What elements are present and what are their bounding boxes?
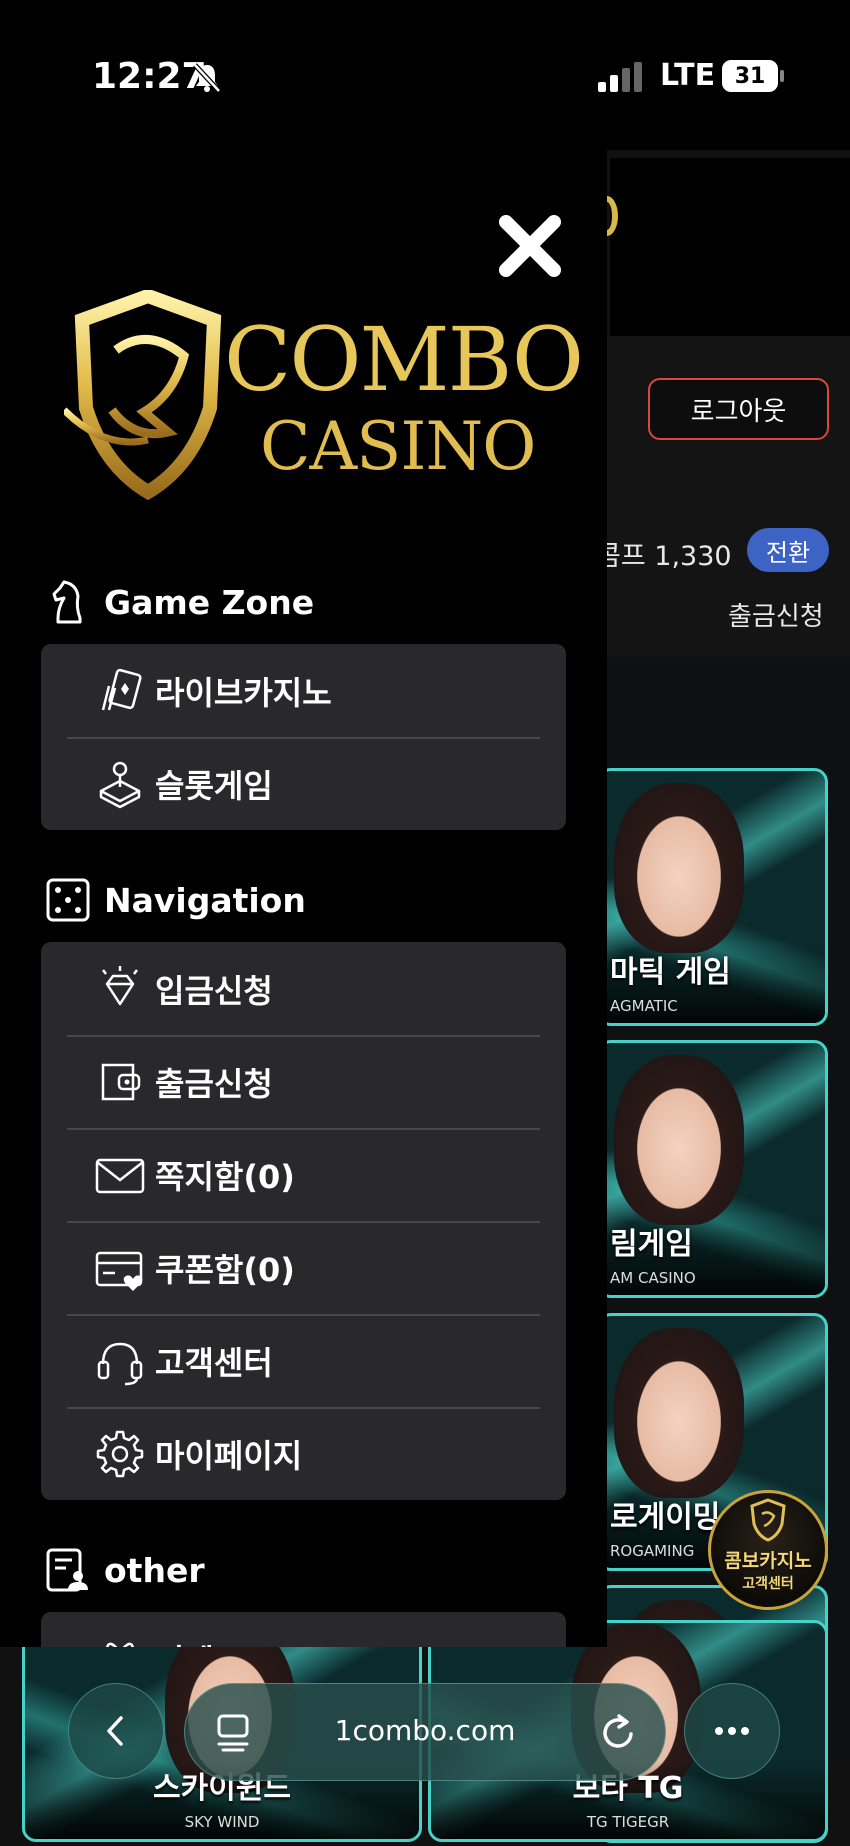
support-badge-title: 콤보카지노 [724, 1550, 812, 1572]
section-game-zone: Game Zone [46, 578, 314, 626]
game-provider: AGMATIC [610, 997, 678, 1015]
other-menu: 이벤트 [41, 1612, 566, 1647]
browser-toolbar: 1combo.com [0, 1647, 850, 1846]
menu-item-slot-games[interactable]: 슬롯게임 [41, 737, 566, 830]
gear-icon [96, 1430, 144, 1477]
menu-item-live-casino[interactable]: 라이브카지노 [41, 644, 566, 737]
customer-support-badge[interactable]: 콤보카지노 고객센터 [708, 1490, 828, 1610]
menu-item-events[interactable]: 이벤트 [41, 1612, 566, 1647]
menu-item-deposit[interactable]: 입금신청 [41, 942, 566, 1035]
game-provider: AM CASINO [610, 1269, 696, 1287]
section-label: Game Zone [104, 582, 315, 622]
section-navigation: Navigation [46, 876, 306, 924]
support-badge-subtitle: 고객센터 [742, 1576, 794, 1592]
dice-icon [46, 878, 90, 922]
diamond-icon [102, 965, 138, 1005]
gift-icon [105, 1642, 135, 1647]
address-bar[interactable]: 1combo.com [184, 1683, 666, 1781]
back-button[interactable] [68, 1683, 164, 1779]
more-icon [715, 1727, 749, 1735]
status-bar: 12:27 LTE 31 [0, 0, 850, 150]
section-label: other [104, 1550, 205, 1590]
wallet-icon [101, 1063, 141, 1100]
site-header [610, 158, 850, 336]
game-card[interactable]: 림게임 AM CASINO [597, 1040, 828, 1298]
headset-icon [97, 1342, 143, 1385]
bell-muted-icon [193, 63, 221, 93]
menu-item-customer-center[interactable]: 고객센터 [41, 1314, 566, 1407]
reload-icon[interactable] [597, 1712, 639, 1754]
profile-list-icon [46, 1548, 88, 1592]
brand-line-2: CASINO [260, 408, 536, 485]
combo-casino-logo: COMBO CASINO [61, 288, 584, 510]
signal-icon [598, 62, 642, 92]
navigation-menu: 입금신청 출금신청 쪽지함(0) 쿠폰함(0) 고객센터 마이페이지 [41, 942, 566, 1500]
status-time: 12:27 [92, 56, 207, 97]
menu-item-label: 출금신청 [155, 1064, 273, 1103]
game-title: 마틱 게임 [610, 955, 731, 990]
chess-knight-icon [52, 580, 82, 624]
withdraw-link[interactable]: 출금신청 [728, 596, 824, 633]
joystick-icon [99, 761, 141, 808]
menu-item-coupons[interactable]: 쿠폰함(0) [41, 1221, 566, 1314]
section-other: other [46, 1546, 205, 1594]
game-card[interactable]: 마틱 게임 AGMATIC [597, 768, 828, 1026]
game-zone-menu: 라이브카지노 슬롯게임 [41, 644, 566, 830]
menu-item-messages[interactable]: 쪽지함(0) [41, 1128, 566, 1221]
battery-level: 31 [734, 63, 766, 89]
coupon-card-icon [95, 1251, 143, 1291]
logout-button[interactable]: 로그아웃 [648, 378, 829, 440]
network-type: LTE [660, 58, 716, 93]
menu-item-label: 마이페이지 [155, 1436, 303, 1475]
brand-line-1: COMBO [224, 308, 584, 411]
back-icon [107, 1716, 123, 1746]
menu-item-label: 슬롯게임 [155, 766, 273, 805]
menu-item-label: 쿠폰함(0) [155, 1250, 295, 1289]
close-icon[interactable] [494, 210, 566, 282]
game-title: 림게임 [610, 1227, 693, 1262]
menu-item-label: 라이브카지노 [155, 673, 332, 712]
comp-points: 콤프 1,330 [596, 541, 732, 572]
more-button[interactable] [684, 1683, 780, 1779]
convert-button[interactable]: 전환 [747, 528, 829, 572]
menu-item-mypage[interactable]: 마이페이지 [41, 1407, 566, 1500]
menu-item-label: 이벤트 [155, 1636, 243, 1648]
cards-icon [101, 668, 142, 710]
menu-item-label: 쪽지함(0) [155, 1157, 295, 1196]
side-drawer: COMBO CASINO Game Zone 라이브카지노 슬롯게임 Navig… [0, 150, 607, 1647]
menu-item-withdraw[interactable]: 출금신청 [41, 1035, 566, 1128]
menu-item-label: 고객센터 [155, 1343, 273, 1382]
envelope-icon [95, 1158, 145, 1193]
shield-icon [750, 1498, 786, 1542]
url-text: 1combo.com [334, 1714, 516, 1747]
menu-item-label: 입금신청 [155, 971, 273, 1010]
section-label: Navigation [104, 880, 306, 920]
